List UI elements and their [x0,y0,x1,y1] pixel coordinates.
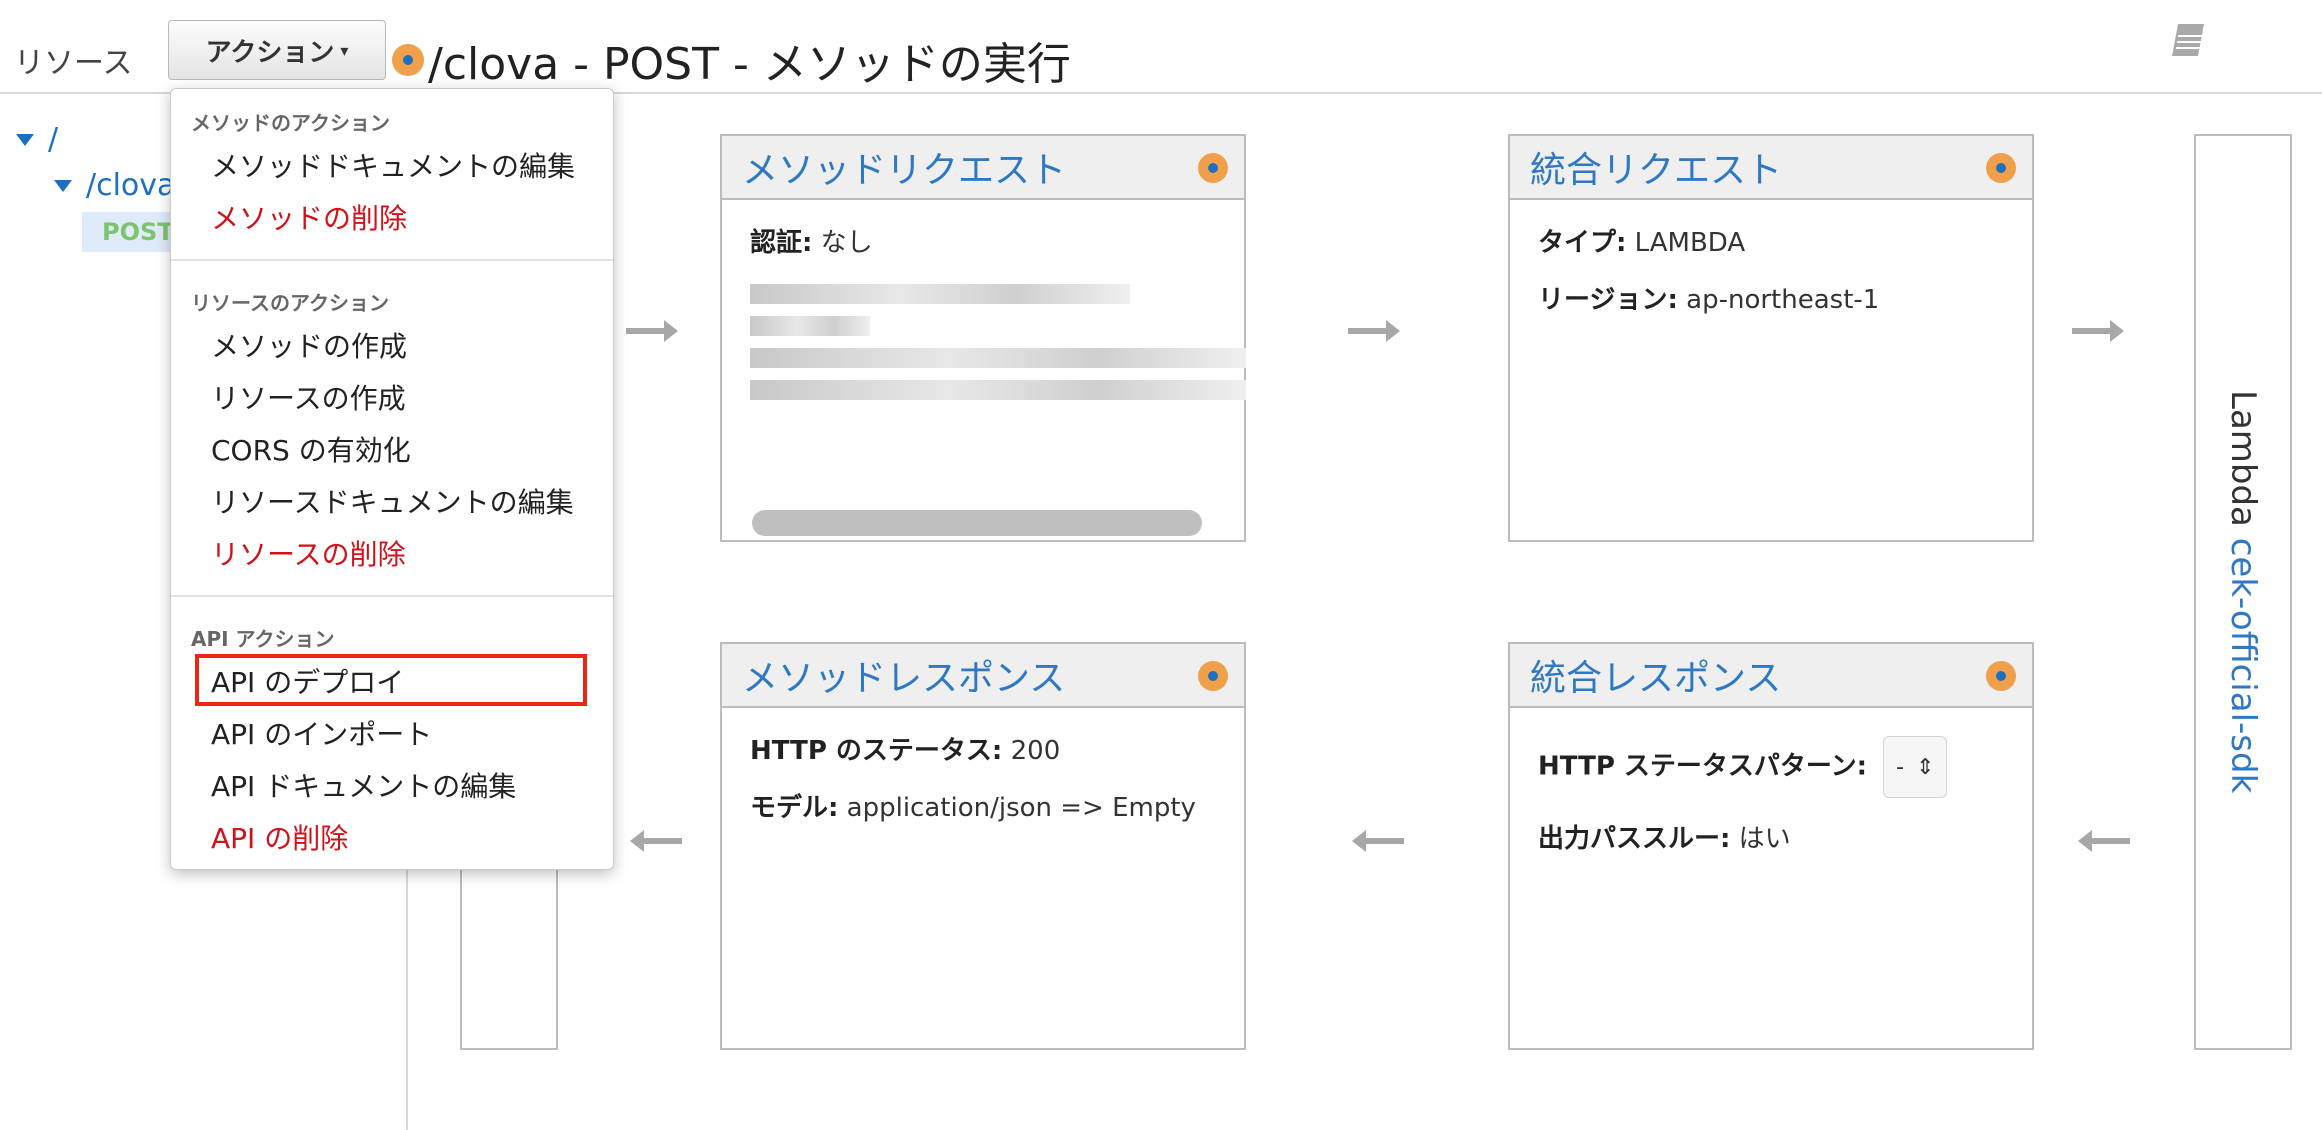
arrow-right-icon [626,320,678,342]
menu-item-create-resource[interactable]: リソースの作成 [211,377,406,417]
status-pattern-label: HTTP ステータスパターン: [1538,751,1868,782]
deploy-api-highlight-box [195,654,587,706]
updown-arrows-icon: ⇕ [1916,754,1935,780]
client-panel [460,850,558,1050]
resources-label: リソース [14,46,133,81]
tree-item-post-method[interactable]: POST [82,212,174,252]
expand-triangle-icon[interactable] [54,179,72,192]
arrow-left-icon [630,830,682,852]
model-value: application/json => Empty [846,793,1196,823]
menu-item-enable-cors[interactable]: CORS の有効化 [211,429,411,469]
integration-request-title-link[interactable]: 統合リクエスト [1530,141,1782,193]
integration-response-panel: 統合レスポンス HTTP ステータスパターン: - ⇕ 出力パススルー: はい [1508,642,2034,1050]
menu-item-delete-resource[interactable]: リソースの削除 [211,533,406,573]
method-response-title-link[interactable]: メソッドレスポンス [742,649,1065,701]
lambda-panel: Lambda cek-official-sdk [2194,134,2292,1050]
tree-item-clova[interactable]: /clova [54,168,175,203]
method-actions-header: メソッドのアクション [191,111,390,135]
type-label: タイプ: [1538,228,1627,258]
arrow-left-icon [1352,830,1404,852]
passthrough-label: 出力パススルー: [1538,824,1731,854]
auth-label: 認証: [750,228,813,258]
expand-triangle-icon[interactable] [16,133,34,146]
resource-status-icon [1198,661,1228,691]
actions-dropdown-button[interactable]: アクション ▾ [168,20,386,80]
menu-divider [171,259,613,261]
menu-item-delete-method[interactable]: メソッドの削除 [211,197,407,237]
auth-value: なし [820,228,873,258]
resource-status-icon [1986,661,2016,691]
method-response-panel: メソッドレスポンス HTTP のステータス: 200 モデル: applicat… [720,642,1246,1050]
arrow-right-icon [2072,320,2124,342]
model-label: モデル: [750,793,839,823]
method-request-panel: メソッドリクエスト 認証: なし [720,134,1246,542]
resource-status-icon [1986,153,2016,183]
menu-item-delete-api[interactable]: API の削除 [211,817,348,857]
type-value: LAMBDA [1634,228,1746,258]
status-pattern-select[interactable]: - ⇕ [1883,736,1948,798]
arrow-left-icon [2078,830,2130,852]
menu-item-edit-api-docs[interactable]: API ドキュメントの編集 [211,765,516,805]
method-request-title-link[interactable]: メソッドリクエスト [742,141,1066,193]
menu-item-edit-resource-docs[interactable]: リソースドキュメントの編集 [211,481,574,521]
page-title: /clova - POST - メソッドの実行 [428,39,1071,90]
horizontal-scrollbar[interactable] [752,510,1202,536]
tree-item-root-label[interactable]: / [48,122,58,157]
actions-button-label: アクション [205,37,335,68]
menu-item-edit-method-docs[interactable]: メソッドドキュメントの編集 [211,145,575,185]
resource-status-icon [1198,153,1228,183]
resource-actions-header: リソースのアクション [191,291,389,315]
http-status-label: HTTP のステータス: [750,736,1003,766]
tree-item-clova-label[interactable]: /clova [86,168,175,203]
region-value: ap-northeast-1 [1686,285,1880,315]
resource-status-icon [392,44,424,76]
http-status-value: 200 [1010,736,1061,766]
api-actions-header: API アクション [191,627,335,651]
status-pattern-value: - [1896,754,1905,780]
menu-divider [171,595,613,597]
region-label: リージョン: [1538,285,1678,315]
documentation-book-icon[interactable] [2166,18,2210,62]
arrow-right-icon [1348,320,1400,342]
integration-response-title-link[interactable]: 統合レスポンス [1530,649,1781,701]
lambda-label: Lambda [2223,390,2263,528]
menu-item-import-api[interactable]: API のインポート [211,713,432,753]
integration-request-panel: 統合リクエスト タイプ: LAMBDA リージョン: ap-northeast-… [1508,134,2034,542]
tree-item-root[interactable]: / [16,122,58,157]
lambda-function-link[interactable]: cek-official-sdk [2223,538,2263,794]
actions-dropdown-menu: メソッドのアクション メソッドドキュメントの編集 メソッドの削除 リソースのアク… [170,88,614,870]
menu-item-create-method[interactable]: メソッドの作成 [211,325,407,365]
passthrough-value: はい [1738,824,1791,854]
caret-down-icon: ▾ [340,40,349,60]
